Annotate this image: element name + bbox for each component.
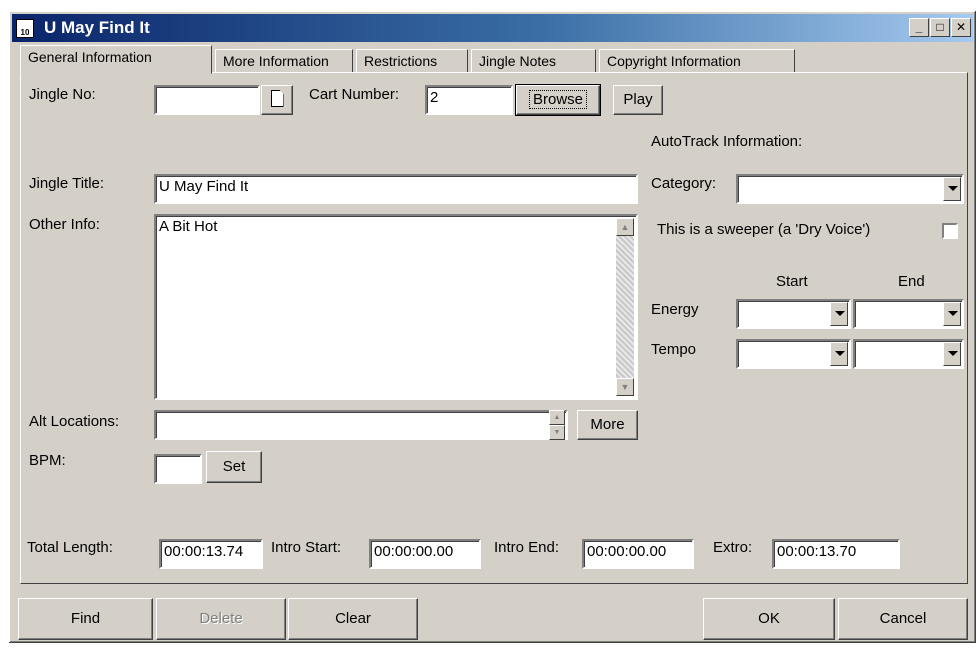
intro-end-label: Intro End:: [494, 539, 560, 556]
intro-start-field[interactable]: 00:00:00.00: [369, 539, 481, 569]
close-button[interactable]: ✕: [951, 18, 971, 37]
bpm-field[interactable]: [154, 454, 202, 484]
other-info-text: A Bit Hot: [159, 218, 218, 235]
category-select[interactable]: [736, 174, 964, 204]
tab-restrictions[interactable]: Restrictions: [356, 49, 468, 73]
energy-start-select[interactable]: [736, 299, 851, 329]
new-jingle-button[interactable]: [261, 85, 293, 115]
jingle-title-label: Jingle Title:: [29, 175, 105, 192]
general-information-panel: Jingle No: Cart Number: 2 Browse Play Au…: [20, 72, 968, 584]
chevron-down-icon[interactable]: [943, 177, 961, 201]
spin-down-icon[interactable]: ▼: [549, 425, 565, 440]
bpm-label: BPM:: [29, 452, 66, 469]
minimize-button[interactable]: _: [909, 18, 929, 37]
title-bar[interactable]: 10 U May Find It _ □ ✕: [12, 14, 973, 42]
category-label: Category:: [651, 175, 717, 192]
delete-button[interactable]: Delete: [156, 598, 286, 640]
find-button[interactable]: Find: [18, 598, 153, 640]
set-bpm-button[interactable]: Set: [206, 451, 262, 483]
energy-end-select[interactable]: [853, 299, 964, 329]
start-column-label: Start: [776, 273, 808, 290]
window-title: U May Find It: [44, 18, 150, 37]
energy-label: Energy: [651, 301, 699, 318]
app-icon: 10: [16, 19, 34, 38]
other-info-textarea[interactable]: A Bit Hot ▲ ▼: [154, 214, 638, 400]
other-info-scrollbar[interactable]: ▲ ▼: [616, 218, 634, 396]
total-length-field[interactable]: 00:00:13.74: [159, 539, 263, 569]
cart-number-field[interactable]: 2: [425, 85, 513, 115]
chevron-down-icon[interactable]: [830, 302, 848, 326]
cart-number-label: Cart Number:: [309, 86, 400, 103]
tempo-label: Tempo: [651, 341, 697, 358]
tempo-start-select[interactable]: [736, 339, 851, 369]
tab-copyright-information[interactable]: Copyright Information: [599, 49, 795, 73]
chevron-down-icon[interactable]: [830, 342, 848, 366]
total-length-label: Total Length:: [27, 539, 113, 556]
jingle-dialog: 10 U May Find It _ □ ✕ General Informati…: [8, 10, 977, 644]
jingle-title-field[interactable]: U May Find It: [154, 174, 638, 204]
extro-label: Extro:: [713, 539, 753, 556]
spin-up-icon[interactable]: ▲: [549, 410, 565, 425]
sweeper-checkbox[interactable]: [942, 223, 958, 239]
jingle-no-field[interactable]: [154, 85, 260, 115]
sweeper-label: This is a sweeper (a 'Dry Voice'): [657, 221, 871, 238]
intro-end-field[interactable]: 00:00:00.00: [582, 539, 694, 569]
play-button[interactable]: Play: [613, 85, 663, 115]
new-document-icon: [270, 90, 284, 107]
scroll-up-icon[interactable]: ▲: [616, 218, 634, 236]
alt-locations-spinner[interactable]: ▲ ▼: [549, 410, 565, 440]
cancel-button[interactable]: Cancel: [838, 598, 968, 640]
maximize-button[interactable]: □: [930, 18, 950, 37]
jingle-no-label: Jingle No:: [29, 86, 96, 103]
browse-label: Browse: [528, 90, 588, 109]
chevron-down-icon[interactable]: [943, 302, 961, 326]
tab-jingle-notes[interactable]: Jingle Notes: [471, 49, 596, 73]
clear-button[interactable]: Clear: [288, 598, 418, 640]
extro-field[interactable]: 00:00:13.70: [772, 539, 900, 569]
browse-button[interactable]: Browse: [515, 84, 601, 116]
ok-button[interactable]: OK: [703, 598, 835, 640]
more-button[interactable]: More: [577, 410, 638, 440]
alt-locations-label: Alt Locations:: [29, 413, 120, 430]
autotrack-heading: AutoTrack Information:: [651, 133, 803, 150]
tab-more-information[interactable]: More Information: [215, 49, 353, 73]
alt-locations-field[interactable]: [154, 410, 568, 440]
intro-start-label: Intro Start:: [271, 539, 342, 556]
other-info-label: Other Info:: [29, 216, 100, 233]
scroll-down-icon[interactable]: ▼: [616, 378, 634, 396]
chevron-down-icon[interactable]: [943, 342, 961, 366]
tab-general-information[interactable]: General Information: [20, 45, 212, 74]
end-column-label: End: [898, 273, 925, 290]
tempo-end-select[interactable]: [853, 339, 964, 369]
